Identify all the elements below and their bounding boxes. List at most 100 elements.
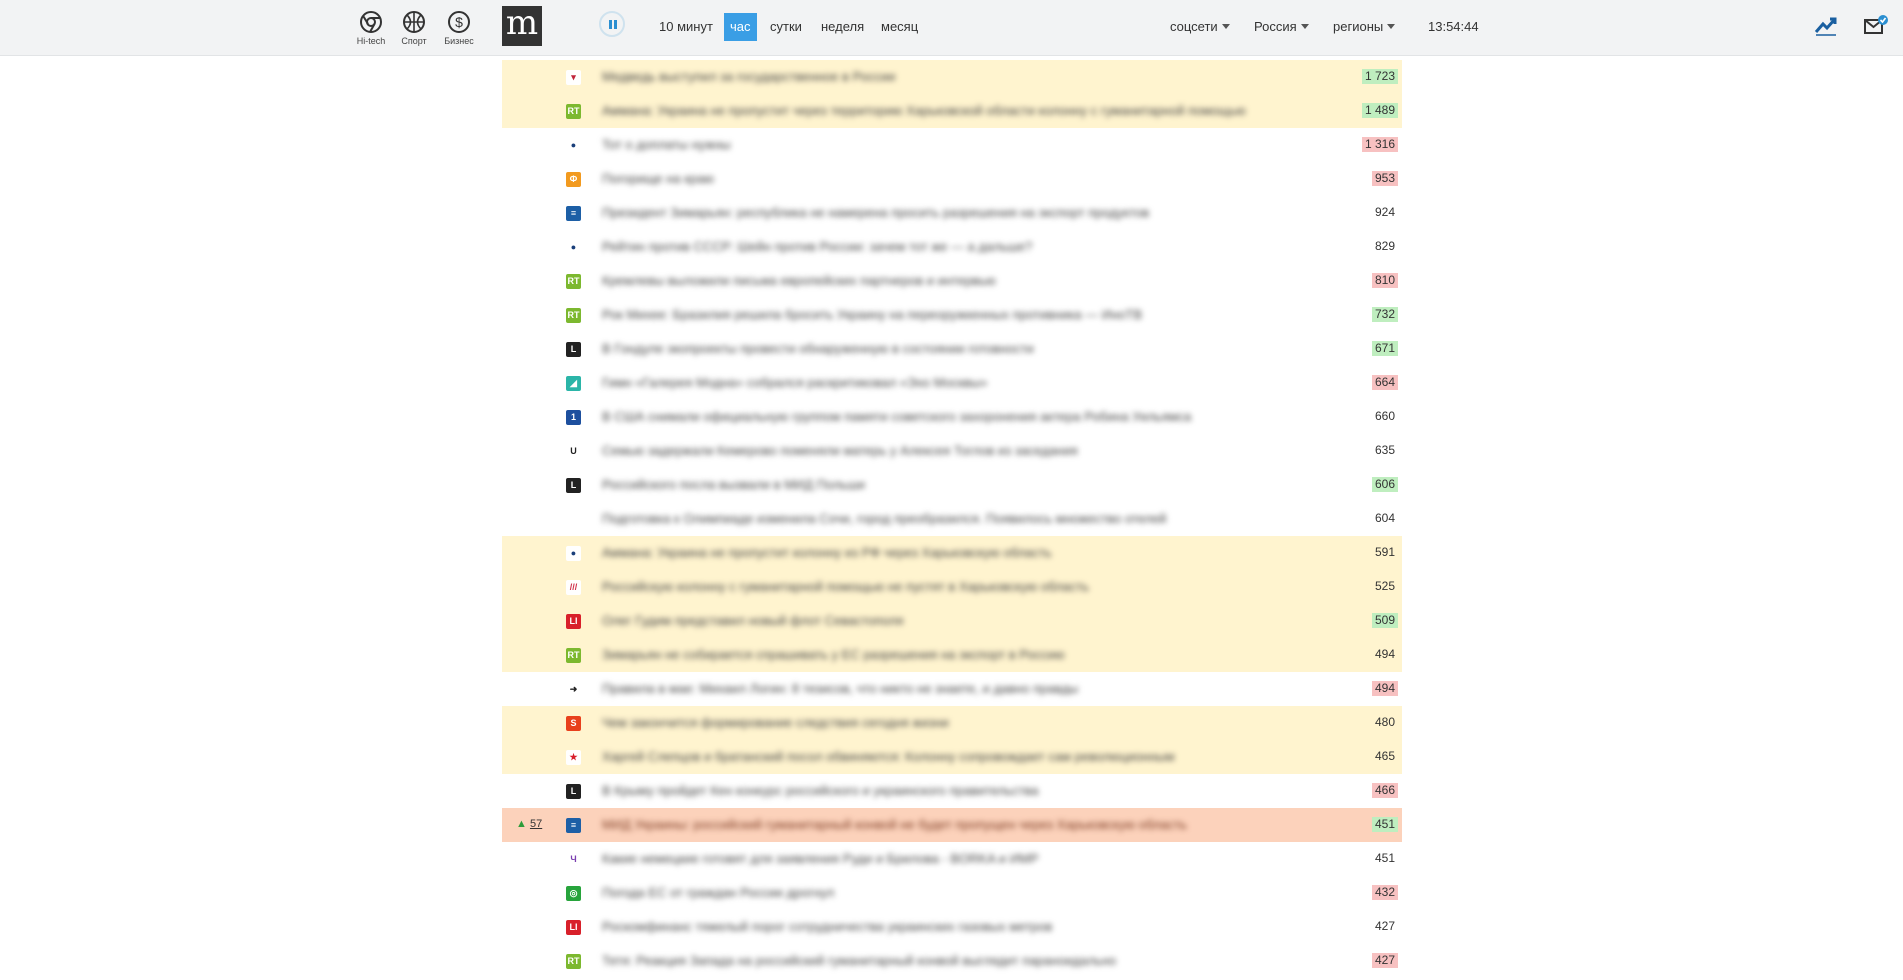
chevron-down-icon [1300,24,1309,29]
stripes-icon: /// [566,580,581,595]
doc-icon: ≡ [566,206,581,221]
news-title-link[interactable]: В Гондуле экопроекты провести обнаруженн… [602,341,1292,357]
pause-button[interactable] [599,11,625,37]
news-row: ◎ Погода ЕС от граждан России дрогнул 432 [502,876,1402,910]
category-sport[interactable]: Спорт [391,10,437,46]
regions-dropdown[interactable]: регионы [1333,19,1396,34]
news-title-link[interactable]: Погода ЕС от граждан России дрогнул [602,885,1292,901]
category-sport-label: Спорт [401,36,427,46]
period-10-minutes[interactable]: 10 минут [654,16,718,38]
news-row: LI Роскомфинанс тяжелый порог сотрудничес… [502,910,1402,944]
u-icon: U [566,444,581,459]
planet-icon: ● [566,546,581,561]
arrow-icon: ➜ [566,682,581,697]
category-business[interactable]: $ Бизнес [436,10,482,46]
period-week[interactable]: неделя [816,16,869,38]
s-icon: S [566,716,581,731]
news-title-link[interactable]: Тот о доплаты нужны [602,137,1292,153]
citation-count: 451 [1374,851,1395,865]
citation-count: 427 [1374,919,1395,933]
news-row: S Чем закончится формирование следствия с… [502,706,1402,740]
news-row: ● Аммана: Украина не пропустит колонну из… [502,536,1402,570]
news-title-link[interactable]: В Крыму пройдет Кен конкурс российского … [602,783,1292,799]
period-hour[interactable]: час [724,13,757,41]
news-title-link[interactable]: Погорище на краю [602,171,1292,187]
news-title-link[interactable]: Медведь выступил за государственное в Ро… [602,69,1292,85]
news-title-link[interactable]: Олег Гудим представил новый флот Севасто… [602,613,1292,629]
citation-count: 671 [1371,341,1398,356]
news-row: ★ Харгей Слепцов и братанский посол обвин… [502,740,1402,774]
category-hitech-label: Hi-tech [356,36,386,46]
period-day[interactable]: сутки [765,16,807,38]
news-title-link[interactable]: Рок Михее: Бразилия решила бросить Украи… [602,307,1292,323]
star-icon: ★ [566,750,581,765]
news-row: Подготовка к Олимпиаде изменила Сочи, го… [502,502,1402,536]
news-title-link[interactable]: Кремлевы выложили письма европейских пар… [602,273,1292,289]
citation-count: 660 [1374,409,1395,423]
category-hitech[interactable]: Hi-tech [348,10,394,46]
news-row: RT Тетя: Реакция Запада на российский гум… [502,944,1402,978]
citation-count: 810 [1371,273,1398,288]
news-title-link[interactable]: В США снимали официальную группом памяти… [602,409,1292,425]
country-dropdown[interactable]: Россия [1254,19,1309,34]
rt-icon: RT [566,954,581,969]
period-month[interactable]: месяц [876,16,923,38]
pause-icon [609,20,612,29]
green-icon: ◎ [566,886,581,901]
news-title-link[interactable]: Президент Зимарьян: республика не намере… [602,205,1292,221]
news-title-link[interactable]: Российского посла вызвали в МИД Польши [602,477,1292,493]
news-row: Ч Какие немецкие готовят для заявления Ру… [502,842,1402,876]
news-row: L В Крыму пройдет Кен конкурс российского… [502,774,1402,808]
ria-icon: ▾ [566,70,581,85]
news-title-link[interactable]: МИД Украины: российский гуманитарный кон… [602,817,1292,833]
news-title-link[interactable]: Харгей Слепцов и братанский посол обвиня… [602,749,1292,765]
citation-count: 635 [1374,443,1395,457]
dollar-icon: $ [448,11,470,33]
site-logo[interactable]: m [502,6,542,46]
clock: 13:54:44 [1428,19,1479,34]
news-row: ≡ Президент Зимарьян: республика не намер… [502,196,1402,230]
citation-count: 509 [1371,613,1398,628]
news-row: U Семью задержали Кемерово поменяли матер… [502,434,1402,468]
fontanka-icon: Ф [566,172,581,187]
news-title-link[interactable]: Тетя: Реакция Запада на российский гуман… [602,953,1292,969]
news-row: ➜ Правила в мае: Михаил Логин: 8 тезисов,… [502,672,1402,706]
news-row: 1 В США снимали официальную группом памят… [502,400,1402,434]
chevron-down-icon [1387,24,1396,29]
news-title-link[interactable]: Аммана: Украина не пропустит через терри… [602,103,1292,119]
rt-icon: RT [566,104,581,119]
news-title-link[interactable]: Зимарьян не собирается спрашивать у ЕС р… [602,647,1292,663]
basketball-icon [403,11,425,33]
news-title-link[interactable]: Гимн «Галерея Модна» собрался раскритико… [602,375,1292,391]
rt-icon: RT [566,308,581,323]
citation-count: 606 [1371,477,1398,492]
news-title-link[interactable]: Рейтин против СССР: Шейн против России: … [602,239,1292,255]
news-row: ▲ 57 ≡ МИД Украины: российский гуманитарны… [502,808,1402,842]
rt-icon: RT [566,274,581,289]
citation-count: 924 [1374,205,1395,219]
social-dropdown[interactable]: соцсети [1170,19,1230,34]
news-title-link[interactable]: Семью задержали Кемерово поменяли матерь… [602,443,1292,459]
news-row: L В Гондуле экопроекты провести обнаружен… [502,332,1402,366]
mail-subscribe-icon[interactable] [1864,14,1888,36]
news-title-link[interactable]: Чем закончится формирование следствия се… [602,715,1292,731]
up-arrow-icon: ▲ [516,818,530,830]
news-row: ● Рейтин против СССР: Шейн против России:… [502,230,1402,264]
first-channel-icon: 1 [566,410,581,425]
news-row: /// Российскую колонну с гуманитарной пом… [502,570,1402,604]
news-row: LI Олег Гудим представил новый флот Севас… [502,604,1402,638]
news-title-link[interactable]: Подготовка к Олимпиаде изменила Сочи, го… [602,511,1292,527]
news-title-link[interactable]: Правила в мае: Михаил Логин: 8 тезисов, … [602,681,1292,697]
news-title-link[interactable]: Роскомфинанс тяжелый порог сотрудничеств… [602,919,1292,935]
news-list: ▾ Медведь выступил за государственное в Р… [502,60,1402,978]
citation-count: 465 [1374,749,1395,763]
citation-count: 525 [1374,579,1395,593]
planet-icon: ● [566,138,581,153]
news-title-link[interactable]: Российскую колонну с гуманитарной помощь… [602,579,1292,595]
rank-rise-value[interactable]: 57 [530,818,542,830]
news-title-link[interactable]: Аммана: Украина не пропустит колонну из … [602,545,1292,561]
trend-chart-icon[interactable] [1814,14,1838,36]
rank-rise-indicator[interactable]: ▲ 57 [516,818,542,830]
l-icon: L [566,478,581,493]
news-title-link[interactable]: Какие немецкие готовят для заявления Руд… [602,851,1292,867]
